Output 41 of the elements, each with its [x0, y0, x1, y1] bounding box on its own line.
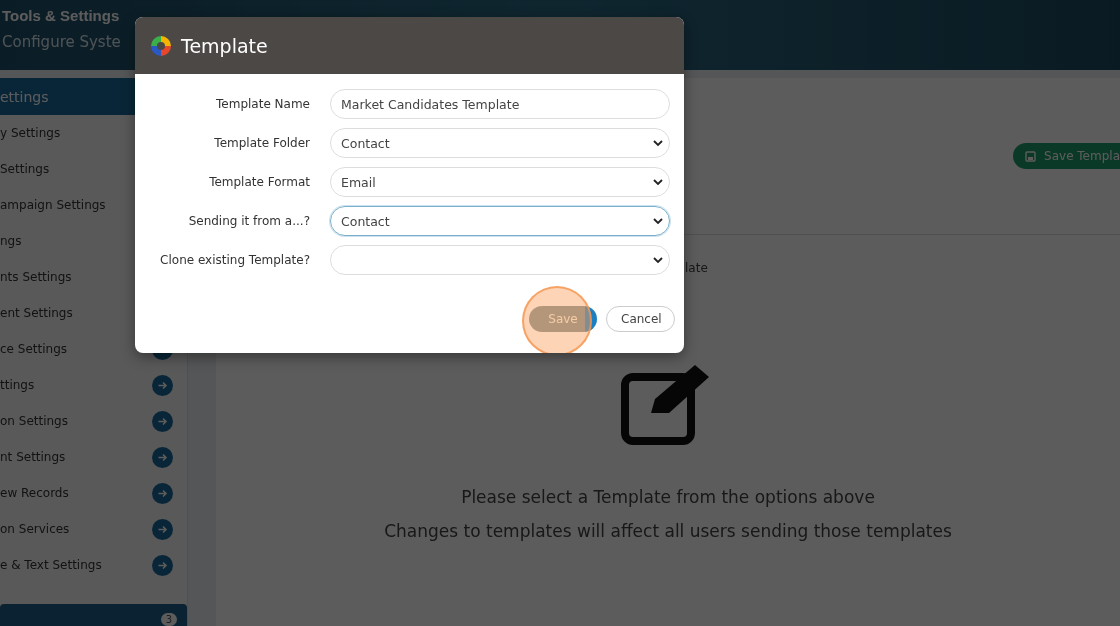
- arrow-right-icon[interactable]: [152, 518, 173, 540]
- sidebar-item[interactable]: y Settings: [0, 126, 61, 140]
- sidebar-item[interactable]: ttings: [0, 378, 35, 392]
- sidebar-item[interactable]: on Services: [0, 522, 70, 536]
- empty-state-title: Please select a Template from the options above: [461, 487, 875, 507]
- sidebar-item[interactable]: ce Settings: [0, 342, 67, 356]
- sidebar-item[interactable]: e & Text Settings: [0, 558, 102, 572]
- chevron-down-icon: [653, 256, 663, 264]
- sidebar-item[interactable]: ampaign Settings: [0, 198, 106, 212]
- save-button[interactable]: Save: [529, 306, 597, 332]
- sidebar-item[interactable]: ngs: [0, 234, 22, 248]
- arrow-right-icon[interactable]: [152, 482, 173, 504]
- page-subtitle: Configure Syste: [2, 32, 121, 52]
- chevron-down-icon: [653, 217, 663, 225]
- field-label: Template Name: [215, 97, 310, 111]
- empty-state-note: Changes to templates will affect all users sending those templates: [384, 521, 952, 541]
- chevron-down-icon: [653, 178, 663, 186]
- sidebar-section-bar[interactable]: 3: [0, 604, 187, 626]
- logo-icon: [149, 33, 173, 58]
- sidebar-item[interactable]: on Settings: [0, 414, 68, 428]
- sidebar-item[interactable]: ew Records: [0, 486, 69, 500]
- field-label: Clone existing Template?: [159, 253, 310, 267]
- cancel-button[interactable]: Cancel: [606, 306, 675, 332]
- field-label: Template Format: [208, 175, 310, 189]
- arrow-right-icon[interactable]: [152, 554, 173, 576]
- sidebar-item[interactable]: nts Settings: [0, 270, 72, 284]
- option-label: late: [685, 261, 708, 275]
- page-title: Tools & Settings: [2, 6, 120, 26]
- field-label: Template Folder: [213, 136, 310, 150]
- arrow-right-icon[interactable]: [152, 374, 173, 396]
- count-badge: 3: [160, 612, 177, 626]
- chevron-down-icon: [653, 139, 663, 147]
- field-label: Sending it from a...?: [187, 214, 310, 228]
- sidebar-item[interactable]: ent Settings: [0, 306, 73, 320]
- sidebar-item[interactable]: Settings: [0, 162, 50, 176]
- save-template-button[interactable]: Save Templa: [1013, 143, 1120, 169]
- dialog-title: Template: [181, 34, 268, 57]
- arrow-right-icon[interactable]: [152, 410, 173, 432]
- arrow-right-icon[interactable]: [152, 446, 173, 468]
- save-icon: [1025, 150, 1037, 162]
- sidebar-item[interactable]: nt Settings: [0, 450, 66, 464]
